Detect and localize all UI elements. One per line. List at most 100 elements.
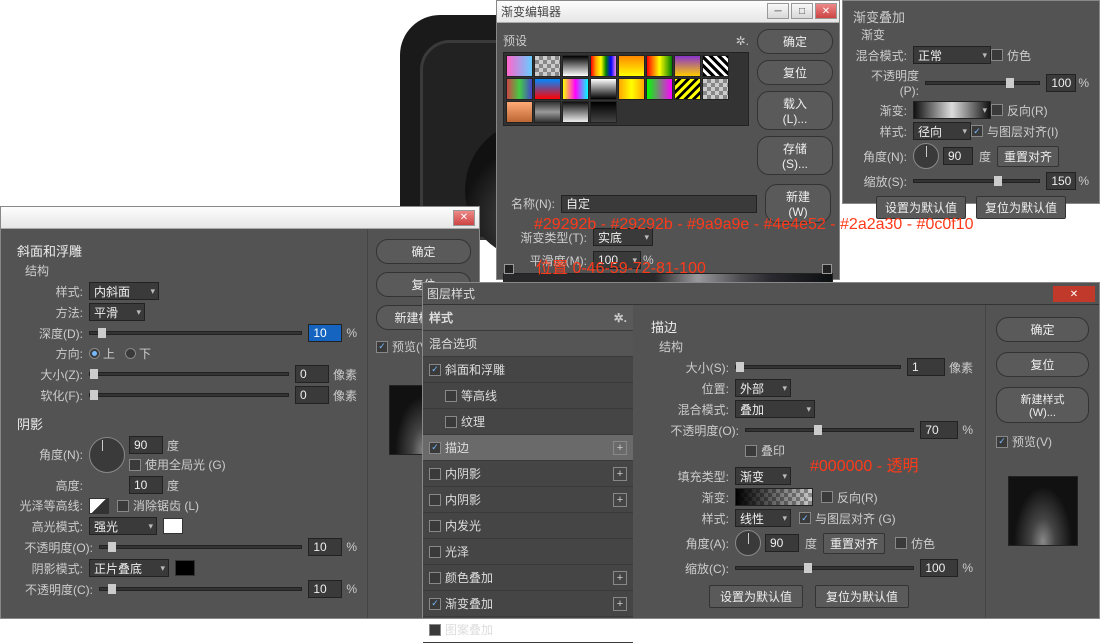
stroke-size-input[interactable] xyxy=(907,358,945,376)
titlebar[interactable]: ✕ xyxy=(1,207,479,229)
ok-button[interactable]: 确定 xyxy=(757,29,833,54)
blend-options[interactable]: 混合选项 xyxy=(423,331,633,357)
reverse-checkbox[interactable] xyxy=(821,491,833,503)
sh-color[interactable] xyxy=(175,560,195,576)
altitude-input[interactable] xyxy=(129,476,163,494)
gradient-presets-grid[interactable] xyxy=(503,52,749,126)
style-checkbox[interactable] xyxy=(429,546,441,558)
size-slider[interactable] xyxy=(89,372,289,376)
style-item[interactable]: 光泽 xyxy=(423,539,633,565)
reset-button[interactable]: 复位 xyxy=(996,352,1089,377)
reset-align-button[interactable]: 重置对齐 xyxy=(823,533,885,554)
style-checkbox[interactable] xyxy=(445,390,457,402)
opacity-slider[interactable] xyxy=(925,81,1040,85)
overprint-checkbox[interactable] xyxy=(745,445,757,457)
scale-input[interactable] xyxy=(1046,172,1076,190)
style-checkbox[interactable] xyxy=(445,416,457,428)
soften-slider[interactable] xyxy=(89,393,289,397)
name-input[interactable] xyxy=(561,195,757,213)
ok-button[interactable]: 确定 xyxy=(376,239,471,264)
titlebar[interactable]: 图层样式 ✕ xyxy=(423,283,1099,305)
stroke-opacity-slider[interactable] xyxy=(745,428,914,432)
depth-slider[interactable] xyxy=(89,331,302,335)
style-item[interactable]: 斜面和浮雕 xyxy=(423,357,633,383)
style-item[interactable]: 内阴影+ xyxy=(423,461,633,487)
stroke-style-select[interactable]: 线性 xyxy=(735,509,791,527)
style-item[interactable]: 等高线 xyxy=(423,383,633,409)
add-effect-button[interactable]: + xyxy=(613,493,627,507)
new-style-button[interactable]: 新建样式 (W)... xyxy=(996,387,1089,423)
dither-checkbox[interactable] xyxy=(991,49,1003,61)
style-item[interactable]: 描边+ xyxy=(423,435,633,461)
sh-opacity-input[interactable] xyxy=(308,580,342,598)
style-checkbox[interactable] xyxy=(429,598,441,610)
titlebar[interactable]: 渐变编辑器 ─ □ ✕ xyxy=(497,1,839,23)
style-checkbox[interactable] xyxy=(429,572,441,584)
add-effect-button[interactable]: + xyxy=(613,441,627,455)
add-effect-button[interactable]: + xyxy=(613,597,627,611)
global-light-checkbox[interactable] xyxy=(129,459,141,471)
add-effect-button[interactable]: + xyxy=(613,467,627,481)
stroke-scale-input[interactable] xyxy=(920,559,958,577)
style-item[interactable]: 图案叠加 xyxy=(423,617,633,643)
antialias-checkbox[interactable] xyxy=(117,500,129,512)
angle-input[interactable] xyxy=(129,436,163,454)
reset-default-button[interactable]: 复位为默认值 xyxy=(976,196,1066,219)
style-select[interactable]: 径向 xyxy=(913,122,971,140)
reset-align-button[interactable]: 重置对齐 xyxy=(997,146,1059,167)
sh-opacity-slider[interactable] xyxy=(99,587,302,591)
stroke-pos-select[interactable]: 外部 xyxy=(735,379,791,397)
soften-input[interactable] xyxy=(295,386,329,404)
style-item[interactable]: 颜色叠加+ xyxy=(423,565,633,591)
fill-type-select[interactable]: 渐变 xyxy=(735,467,791,485)
stroke-angle-input[interactable] xyxy=(765,534,799,552)
blend-mode-select[interactable]: 正常 xyxy=(913,46,991,64)
style-checkbox[interactable] xyxy=(429,364,441,376)
maximize-button[interactable]: □ xyxy=(791,3,813,19)
style-checkbox[interactable] xyxy=(429,442,441,454)
style-item[interactable]: 内发光 xyxy=(423,513,633,539)
angle-dial[interactable] xyxy=(913,143,939,169)
gradient-swatch[interactable] xyxy=(913,101,991,119)
align-checkbox[interactable] xyxy=(971,125,983,137)
reverse-checkbox[interactable] xyxy=(991,104,1003,116)
sh-mode-select[interactable]: 正片叠底 xyxy=(89,559,169,577)
gloss-contour[interactable] xyxy=(89,498,109,514)
align-checkbox[interactable] xyxy=(799,512,811,524)
dir-down-radio[interactable] xyxy=(125,348,136,359)
preview-checkbox[interactable] xyxy=(996,436,1008,448)
scale-slider[interactable] xyxy=(913,179,1040,183)
stroke-opacity-input[interactable] xyxy=(920,421,958,439)
style-checkbox[interactable] xyxy=(429,624,441,636)
style-item[interactable]: 纹理 xyxy=(423,409,633,435)
stroke-size-slider[interactable] xyxy=(735,365,901,369)
styles-header[interactable]: 样式✲. xyxy=(423,305,633,331)
reset-default-button[interactable]: 复位为默认值 xyxy=(815,585,909,608)
stroke-scale-slider[interactable] xyxy=(735,566,914,570)
reset-button[interactable]: 复位 xyxy=(757,60,833,85)
gear-icon[interactable]: ✲. xyxy=(614,311,627,325)
angle-dial[interactable] xyxy=(735,530,761,556)
minimize-button[interactable]: ─ xyxy=(767,3,789,19)
dither-checkbox[interactable] xyxy=(895,537,907,549)
size-input[interactable] xyxy=(295,365,329,383)
hl-color[interactable] xyxy=(163,518,183,534)
save-button[interactable]: 存储(S)... xyxy=(757,136,833,175)
hl-mode-select[interactable]: 强光 xyxy=(89,517,157,535)
opacity-input[interactable] xyxy=(1046,74,1076,92)
method-select[interactable]: 平滑 xyxy=(89,303,145,321)
close-button[interactable]: ✕ xyxy=(815,3,837,19)
angle-dial[interactable] xyxy=(89,437,125,473)
style-item[interactable]: 内阴影+ xyxy=(423,487,633,513)
preview-checkbox[interactable] xyxy=(376,341,388,353)
style-item[interactable]: 渐变叠加+ xyxy=(423,591,633,617)
close-button[interactable]: ✕ xyxy=(1053,286,1095,302)
close-button[interactable]: ✕ xyxy=(453,210,475,226)
ok-button[interactable]: 确定 xyxy=(996,317,1089,342)
style-select[interactable]: 内斜面 xyxy=(89,282,159,300)
style-checkbox[interactable] xyxy=(429,520,441,532)
style-checkbox[interactable] xyxy=(429,468,441,480)
style-checkbox[interactable] xyxy=(429,494,441,506)
set-default-button[interactable]: 设置为默认值 xyxy=(709,585,803,608)
gear-icon[interactable]: ✲. xyxy=(736,34,749,48)
